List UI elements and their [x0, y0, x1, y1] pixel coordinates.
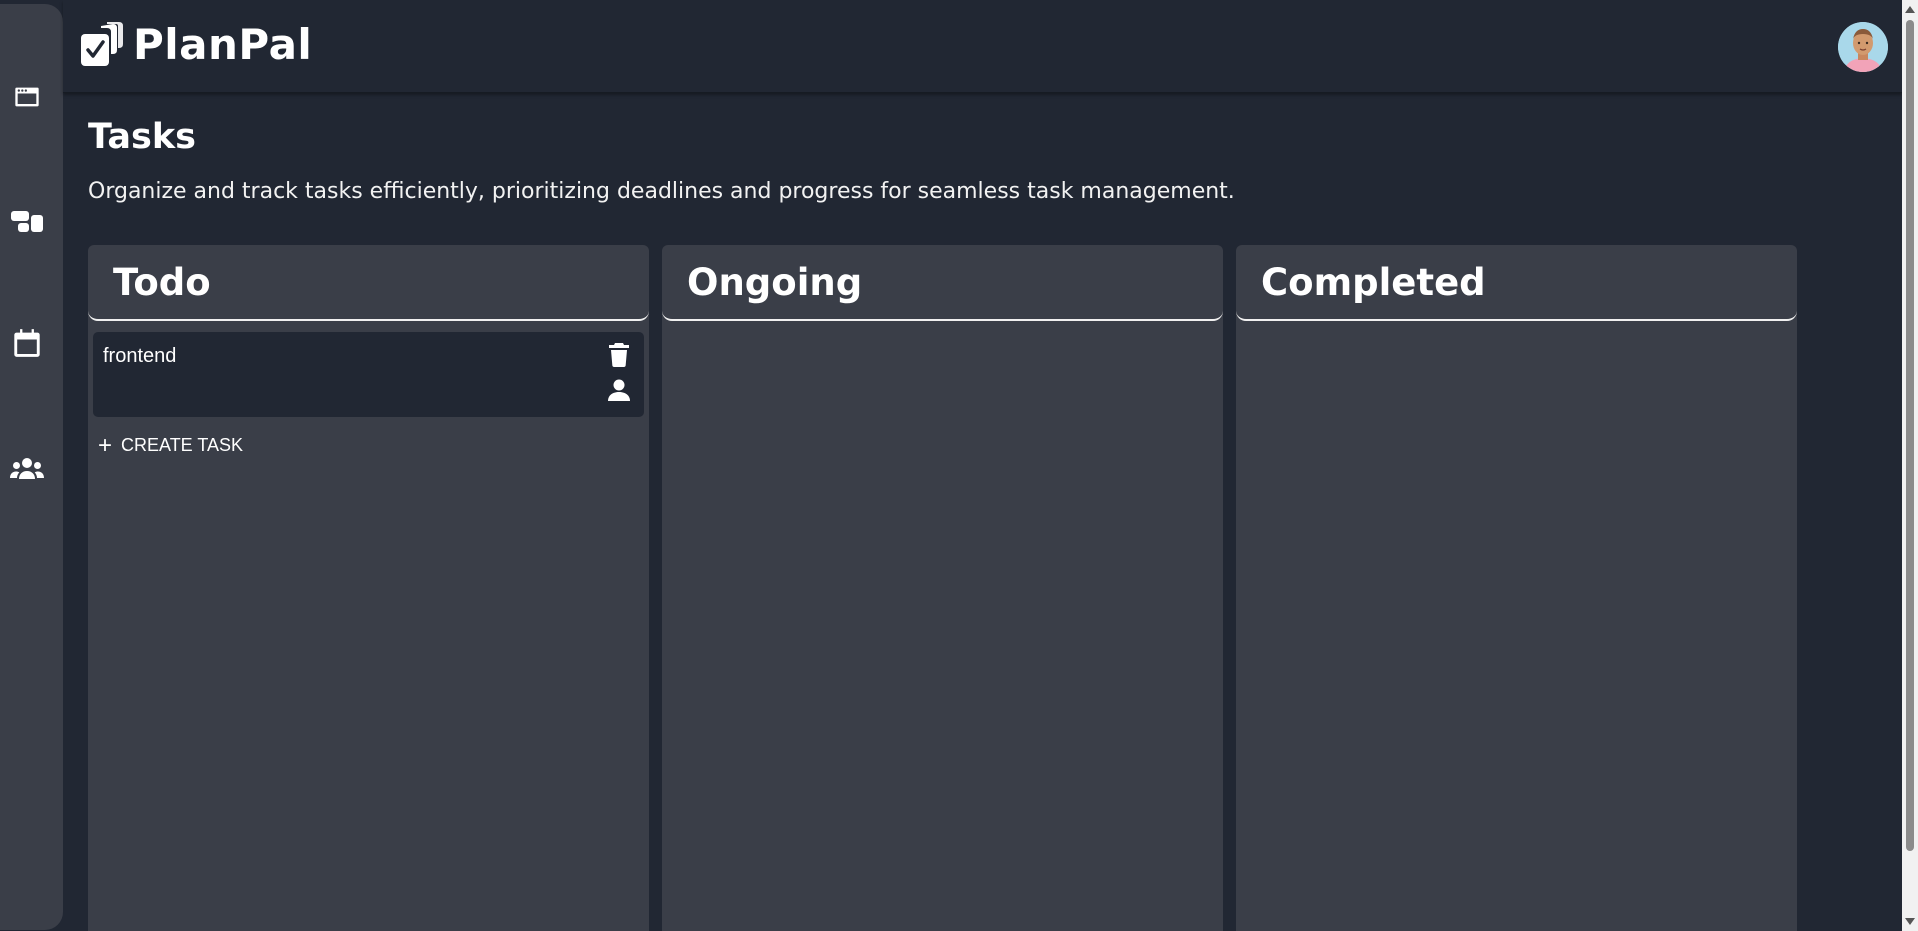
top-bar: PlanPal	[63, 0, 1902, 93]
app-name: PlanPal	[133, 20, 313, 69]
app-logo[interactable]: PlanPal	[79, 22, 312, 68]
column-title: Completed	[1261, 261, 1486, 304]
delete-task-button[interactable]	[606, 342, 632, 368]
column-title: Todo	[113, 261, 211, 304]
column-ongoing: Ongoing	[662, 245, 1223, 931]
create-task-button[interactable]: + CREATE TASK	[94, 431, 247, 460]
assign-task-button[interactable]	[606, 377, 632, 403]
column-todo: Todo frontend + CREATE TASK	[88, 245, 649, 931]
sidebar-item-boards[interactable]	[8, 202, 46, 240]
calendar-icon	[14, 329, 40, 357]
sidebar	[0, 4, 63, 930]
scroll-up-arrow-icon[interactable]	[1905, 6, 1915, 13]
sidebar-item-dashboard[interactable]	[8, 78, 46, 116]
column-title: Ongoing	[687, 261, 863, 304]
sidebar-item-team[interactable]	[8, 450, 46, 488]
trash-icon	[609, 343, 629, 367]
board-layout-icon	[11, 211, 43, 232]
team-icon	[10, 458, 44, 479]
column-completed: Completed	[1236, 245, 1797, 931]
column-header: Todo	[88, 245, 649, 321]
create-task-label: CREATE TASK	[121, 435, 244, 455]
page-description: Organize and track tasks efficiently, pr…	[88, 179, 1235, 204]
column-header: Ongoing	[662, 245, 1223, 321]
column-header: Completed	[1236, 245, 1797, 321]
person-icon	[608, 379, 630, 401]
user-avatar[interactable]	[1838, 22, 1888, 72]
scrollbar-thumb[interactable]	[1906, 20, 1914, 851]
task-title: frontend	[103, 345, 177, 367]
task-card[interactable]: frontend	[93, 332, 644, 417]
scroll-down-arrow-icon[interactable]	[1905, 918, 1915, 925]
app-root: PlanPal Tasks Organize and track tasks e…	[0, 0, 1918, 931]
checklist-logo-icon	[79, 22, 123, 68]
vertical-scrollbar[interactable]	[1902, 0, 1918, 931]
sidebar-item-calendar[interactable]	[8, 324, 46, 362]
plus-icon: +	[98, 431, 113, 459]
avatar-icon	[1838, 22, 1888, 72]
browser-window-icon	[15, 87, 39, 107]
page-title: Tasks	[88, 117, 196, 157]
